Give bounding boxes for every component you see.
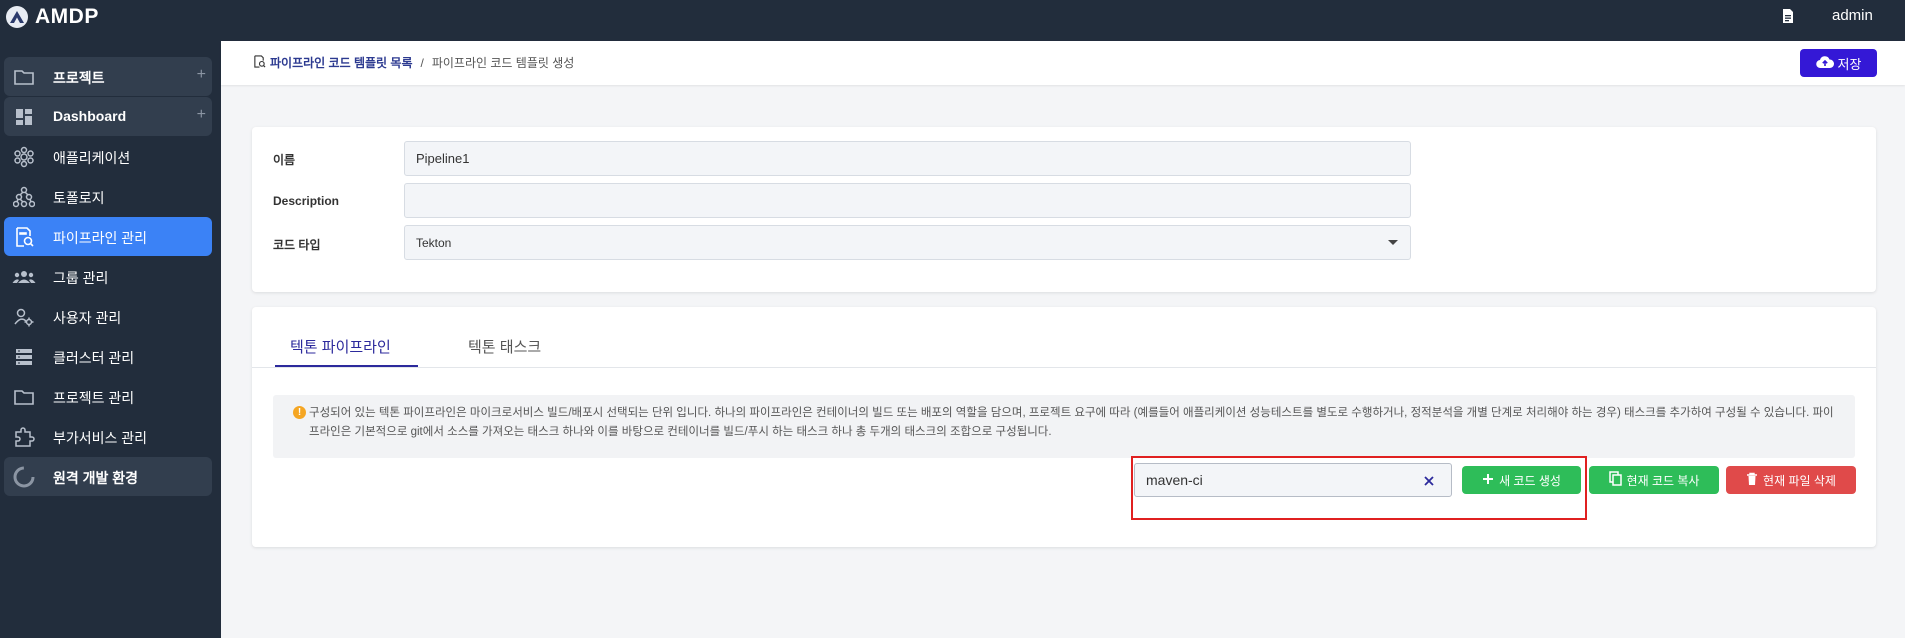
trash-icon bbox=[1746, 472, 1758, 489]
add-dashboard-button[interactable]: + bbox=[197, 106, 206, 124]
breadcrumb-current: 파이프라인 코드 템플릿 생성 bbox=[431, 56, 575, 70]
sidebar-item-label: 토폴로지 bbox=[53, 190, 105, 206]
copy-code-label: 현재 코드 복사 bbox=[1626, 473, 1700, 488]
add-project-button[interactable]: + bbox=[197, 66, 206, 84]
new-code-label: 새 코드 생성 bbox=[1499, 473, 1561, 488]
copy-code-button[interactable]: 현재 코드 복사 bbox=[1589, 466, 1719, 494]
code-type-label: 코드 타입 bbox=[273, 238, 321, 252]
description-label: Description bbox=[273, 194, 340, 208]
tab-tekton-task[interactable]: 텍톤 태스크 bbox=[468, 336, 541, 357]
name-field[interactable]: Pipeline1 bbox=[404, 141, 1411, 176]
tab-tekton-pipeline[interactable]: 텍톤 파이프라인 bbox=[290, 336, 391, 357]
template-list-icon bbox=[253, 54, 266, 71]
page-header: 파이프라인 코드 템플릿 목록 / 파이프라인 코드 템플릿 생성 저장 bbox=[221, 41, 1905, 85]
cloud-upload-icon bbox=[1815, 55, 1834, 72]
top-bar: AMDP admin bbox=[0, 0, 1905, 41]
breadcrumb-separator: / bbox=[420, 55, 424, 70]
sidebar-item-extension[interactable]: 부가서비스 관리 bbox=[4, 417, 212, 456]
pipeline-icon bbox=[12, 225, 36, 249]
info-box: ! 구성되어 있는 텍톤 파이프라인은 마이크로서비스 빌드/배포시 선택되는 … bbox=[273, 395, 1855, 458]
loading-ring-icon bbox=[12, 465, 36, 489]
sidebar-item-cluster[interactable]: 클러스터 관리 bbox=[4, 337, 212, 376]
topology-icon bbox=[12, 185, 36, 209]
save-button[interactable]: 저장 bbox=[1800, 49, 1877, 77]
sidebar-item-group[interactable]: 그룹 관리 bbox=[4, 257, 212, 296]
sidebar-item-label: 애플리케이션 bbox=[53, 150, 131, 166]
name-label: 이름 bbox=[273, 153, 296, 167]
sidebar: 프로젝트 + Dashboard + 애플리케이션 토폴로지 파이프라인 관리 … bbox=[0, 41, 221, 638]
sidebar-item-label: 그룹 관리 bbox=[53, 270, 109, 286]
document-icon[interactable] bbox=[1781, 8, 1795, 29]
sidebar-item-topology[interactable]: 토폴로지 bbox=[4, 177, 212, 216]
group-icon bbox=[12, 265, 36, 289]
save-button-label: 저장 bbox=[1837, 56, 1862, 72]
breadcrumb-link-template-list[interactable]: 파이프라인 코드 템플릿 목록 bbox=[270, 54, 412, 71]
tab-divider bbox=[252, 367, 1876, 368]
description-field[interactable] bbox=[404, 183, 1411, 218]
delete-file-label: 현재 파일 삭제 bbox=[1763, 473, 1836, 488]
logo-icon bbox=[6, 6, 28, 28]
plus-icon bbox=[1482, 473, 1494, 488]
delete-file-button[interactable]: 현재 파일 삭제 bbox=[1726, 466, 1856, 494]
sidebar-item-label: Dashboard bbox=[53, 108, 127, 124]
code-type-select[interactable]: Tekton bbox=[404, 225, 1411, 260]
sidebar-item-remote-dev[interactable]: 원격 개발 환경 bbox=[4, 457, 212, 496]
application-icon bbox=[12, 145, 36, 169]
user-menu[interactable]: admin bbox=[1832, 7, 1873, 24]
user-settings-icon bbox=[12, 305, 36, 329]
extension-icon bbox=[12, 425, 36, 449]
sidebar-item-dashboard[interactable]: Dashboard + bbox=[4, 97, 212, 136]
folder-icon bbox=[12, 65, 36, 89]
sidebar-item-label: 파이프라인 관리 bbox=[53, 230, 148, 246]
sidebar-item-label: 부가서비스 관리 bbox=[53, 430, 148, 446]
copy-icon bbox=[1608, 471, 1622, 489]
clear-icon[interactable] bbox=[1422, 474, 1436, 488]
sidebar-item-label: 사용자 관리 bbox=[53, 310, 122, 326]
cluster-icon bbox=[12, 345, 36, 369]
code-type-value: Tekton bbox=[416, 235, 452, 250]
dashboard-icon bbox=[12, 105, 36, 129]
sidebar-item-project-manage[interactable]: 프로젝트 관리 bbox=[4, 377, 212, 416]
app-logo[interactable]: AMDP bbox=[6, 5, 99, 29]
folder-manage-icon bbox=[12, 385, 36, 409]
sidebar-item-application[interactable]: 애플리케이션 bbox=[4, 137, 212, 176]
warning-icon: ! bbox=[293, 406, 306, 419]
sidebar-item-label: 원격 개발 환경 bbox=[53, 470, 139, 486]
code-name-input[interactable] bbox=[1134, 463, 1452, 497]
sidebar-item-project[interactable]: 프로젝트 + bbox=[4, 57, 212, 96]
sidebar-item-label: 클러스터 관리 bbox=[53, 350, 135, 366]
new-code-button[interactable]: 새 코드 생성 bbox=[1462, 466, 1581, 494]
sidebar-item-user[interactable]: 사용자 관리 bbox=[4, 297, 212, 336]
sidebar-item-pipeline[interactable]: 파이프라인 관리 bbox=[4, 217, 212, 256]
chevron-down-icon bbox=[1388, 240, 1398, 245]
app-title: AMDP bbox=[35, 5, 99, 28]
sidebar-item-label: 프로젝트 bbox=[53, 70, 105, 86]
info-text: 구성되어 있는 텍톤 파이프라인은 마이크로서비스 빌드/배포시 선택되는 단위… bbox=[309, 407, 1834, 438]
breadcrumb: 파이프라인 코드 템플릿 목록 / 파이프라인 코드 템플릿 생성 bbox=[253, 54, 574, 71]
sidebar-item-label: 프로젝트 관리 bbox=[53, 390, 135, 406]
